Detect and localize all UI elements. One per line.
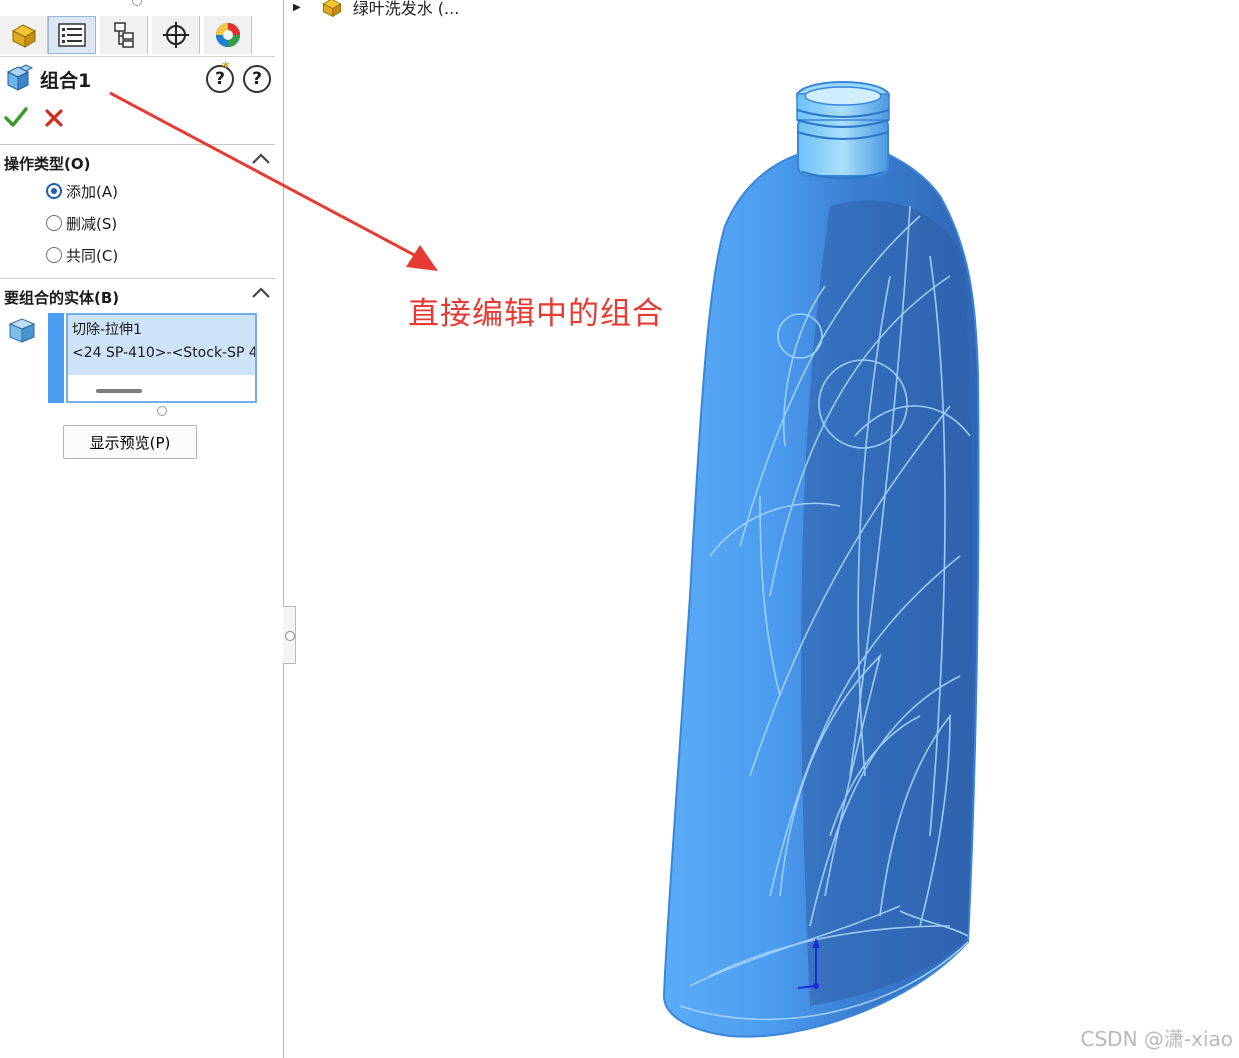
propertymanager-tab[interactable]	[48, 16, 96, 54]
confirm-checkmark-icon[interactable]	[4, 106, 28, 128]
property-list-icon	[58, 23, 86, 47]
dimxpert-tab[interactable]	[152, 16, 200, 54]
watermark-text: CSDN @潇-xiao	[1080, 1027, 1233, 1051]
annotation-arrow	[109, 91, 438, 271]
configuration-icon	[113, 22, 134, 48]
operation-type-section-title: 操作类型(O)	[4, 155, 91, 173]
bottle-3d-model[interactable]	[650, 76, 990, 1046]
crosshair-icon	[162, 22, 189, 48]
featuremanager-tab[interactable]	[0, 16, 48, 54]
flyout-tree-root-item[interactable]: ▶ 绿叶洗发水 (...	[293, 0, 459, 18]
part-icon	[322, 0, 342, 18]
panel-splitter-handle[interactable]	[132, 0, 142, 6]
tree-root-label: 绿叶洗发水 (...	[352, 0, 460, 18]
cancel-x-icon[interactable]	[44, 108, 64, 128]
list-item[interactable]: <24 SP-410>-<Stock-SP 4	[68, 341, 255, 375]
bodies-section-title: 要组合的实体(B)	[4, 289, 120, 307]
expand-arrow-icon[interactable]: ▶	[293, 2, 301, 13]
panel-collapse-handle[interactable]	[283, 606, 296, 664]
list-resize-handle[interactable]	[157, 406, 167, 416]
chevron-up-icon[interactable]	[251, 285, 271, 301]
show-preview-button[interactable]: 显示预览(P)	[63, 425, 197, 459]
radio-button-common[interactable]	[46, 247, 62, 263]
manager-tab-strip	[0, 16, 275, 57]
configurationmanager-tab[interactable]	[100, 16, 148, 54]
solid-body-icon	[8, 318, 36, 343]
bodies-selection-list[interactable]: 切除-拉伸1 <24 SP-410>-<Stock-SP 4	[66, 313, 257, 403]
display-manager-tab[interactable]	[204, 16, 252, 54]
body-item-label: 切除-拉伸1	[72, 322, 142, 338]
part-icon	[11, 24, 36, 48]
annotation-text: 直接编辑中的组合	[408, 296, 664, 332]
selection-box-focus-bar	[48, 313, 64, 403]
radio-button-subtract[interactable]	[46, 215, 62, 231]
list-item[interactable]: 切除-拉伸1	[68, 315, 255, 341]
list-scroll-grip[interactable]	[96, 389, 142, 393]
spark-icon: *	[222, 60, 230, 76]
combine-bodies-icon	[6, 64, 34, 91]
radio-button-add[interactable]	[46, 183, 62, 199]
appearance-sphere-icon	[215, 23, 240, 47]
body-item-label: <24 SP-410>-<Stock-SP 4	[72, 345, 255, 361]
feature-title: 组合1	[40, 70, 92, 92]
